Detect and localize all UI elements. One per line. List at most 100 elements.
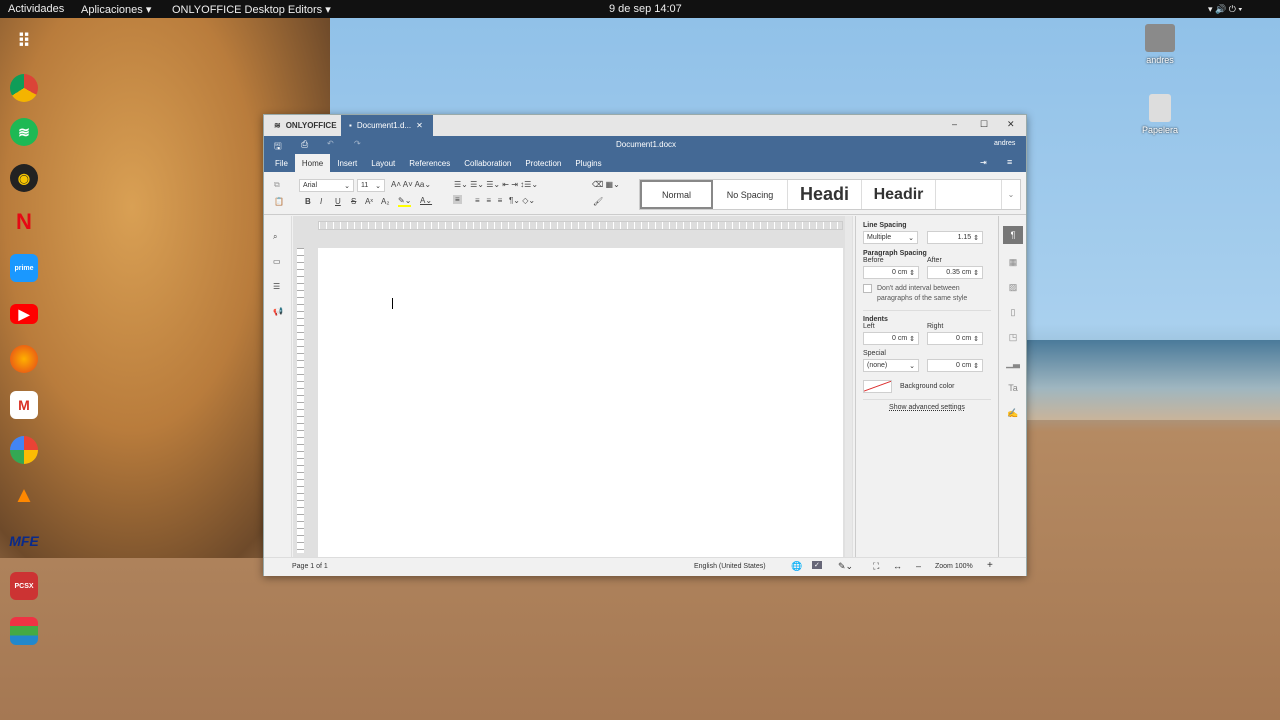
navigation-icon[interactable]: ☰ (273, 282, 280, 291)
align-left-button[interactable]: ≡ (453, 195, 462, 204)
align-tools[interactable]: ≡ ≡ ≡ ¶⌄ ◇⌄ (475, 196, 535, 205)
spellcheck-icon[interactable]: ✓ (812, 561, 822, 569)
activities-button[interactable]: Actividades (8, 3, 64, 15)
search-icon[interactable]: ⌕ (273, 232, 277, 242)
background-color-picker[interactable] (863, 380, 892, 393)
menu-references[interactable]: References (402, 154, 457, 172)
special-amount-input[interactable]: 0 cm ⇕ (927, 359, 983, 372)
gmail-icon[interactable]: M (10, 391, 38, 419)
applications-menu[interactable]: Aplicaciones ▾ (81, 3, 151, 16)
superscript-button[interactable]: Aˣ (365, 197, 373, 206)
underline-button[interactable]: U (335, 197, 341, 206)
textart-settings-icon[interactable]: Ta (1003, 379, 1023, 397)
comments-icon[interactable]: ▭ (273, 257, 281, 266)
menu-layout[interactable]: Layout (364, 154, 402, 172)
rhythmbox-icon[interactable]: ◉ (10, 164, 38, 192)
document-tab[interactable]: ▪ Document1.d... ✕ (341, 115, 433, 136)
before-value: 0 cm (892, 269, 908, 276)
show-advanced-settings-link[interactable]: Show advanced settings (863, 404, 991, 411)
special-indent-select[interactable]: (none) ⌄ (863, 359, 919, 372)
minimize-button[interactable]: – (952, 119, 957, 129)
font-size-select[interactable]: 11 ⌄ (357, 179, 385, 192)
strikethrough-button[interactable]: S (351, 197, 356, 206)
subscript-button[interactable]: A₂ (381, 197, 389, 206)
menu-collaboration[interactable]: Collaboration (457, 154, 518, 172)
firefox-icon[interactable] (10, 345, 38, 373)
highlight-icon[interactable]: ✎⌄ (398, 196, 412, 207)
menu-home[interactable]: Home (294, 154, 331, 172)
style-heading-2[interactable]: Headir (862, 180, 936, 209)
menu-protection[interactable]: Protection (518, 154, 568, 172)
chrome-icon[interactable] (10, 74, 38, 102)
close-tab-icon[interactable]: ✕ (416, 121, 423, 130)
spotify-icon[interactable]: ≋ (10, 118, 38, 146)
chart-settings-icon[interactable]: ▁▃ (1003, 354, 1023, 372)
paragraph-settings-icon[interactable]: ¶ (1003, 226, 1023, 244)
netflix-icon[interactable]: N (10, 208, 38, 236)
show-apps-icon[interactable]: ⠿ (10, 27, 38, 55)
close-button[interactable]: ✕ (1007, 119, 1015, 130)
before-label: Before (863, 257, 884, 264)
system-tray[interactable]: ▾ 🔊 ⏻ ▾ (1208, 4, 1242, 15)
zoom-out-button[interactable]: – (916, 561, 921, 571)
bold-button[interactable]: B (305, 197, 311, 206)
onlyoffice-home-tab[interactable]: ≋ ONLYOFFICE (266, 115, 345, 136)
language-select[interactable]: English (United States) (694, 563, 766, 570)
horizontal-ruler[interactable] (318, 221, 843, 230)
clock[interactable]: 9 de sep 14:07 (609, 3, 682, 15)
fit-page-icon[interactable]: ⛶ (873, 561, 879, 572)
image-settings-icon[interactable]: ▨ (1003, 278, 1023, 296)
vertical-scrollbar[interactable] (845, 216, 852, 557)
styles-expand-icon[interactable]: ⌄ (1002, 180, 1020, 209)
app-menu[interactable]: ONLYOFFICE Desktop Editors ▾ (172, 3, 331, 16)
font-name-select[interactable]: Arial ⌄ (299, 179, 354, 192)
style-no-spacing[interactable]: No Spacing (713, 180, 788, 209)
track-changes-icon[interactable]: ✎⌄ (838, 561, 853, 572)
zoom-in-button[interactable]: + (987, 560, 993, 571)
style-heading-1[interactable]: Headi (788, 180, 862, 209)
menu-file[interactable]: File (268, 154, 295, 172)
line-spacing-type-select[interactable]: Multiple ⌄ (863, 231, 918, 244)
pcsx-icon[interactable]: PCSX (10, 572, 38, 600)
desktop-trash[interactable]: Papelera (1130, 94, 1190, 135)
copy-icon[interactable]: ⧉ (274, 180, 280, 190)
prime-video-icon[interactable]: prime (10, 254, 38, 282)
vertical-ruler[interactable] (297, 248, 304, 553)
italic-button[interactable]: I (320, 197, 322, 206)
menu-plugins[interactable]: Plugins (568, 154, 608, 172)
mfe-icon[interactable]: MFE (9, 527, 39, 555)
paste-icon[interactable]: 📋 (274, 197, 284, 206)
desktop-home-folder[interactable]: andres (1130, 24, 1190, 65)
shape-settings-icon[interactable]: ◳ (1003, 328, 1023, 346)
maximize-button[interactable]: ☐ (980, 119, 988, 130)
language-icon[interactable]: 🌐 (791, 561, 802, 572)
feedback-icon[interactable]: 📢 (273, 307, 283, 316)
onlyoffice-dock-icon[interactable] (10, 617, 38, 645)
font-size-tools[interactable]: A˄ A˅ Aa⌄ (391, 180, 431, 189)
vlc-icon[interactable]: ▲ (10, 481, 38, 509)
open-location-icon[interactable]: ⇥ (980, 158, 987, 167)
table-settings-icon[interactable]: ▦ (1003, 253, 1023, 271)
clear-style-icon[interactable]: ⌫ ▦⌄ (592, 180, 620, 189)
special-value: (none) (867, 362, 888, 369)
right-indent-input[interactable]: 0 cm ⇕ (927, 332, 983, 345)
hamburger-menu-icon[interactable]: ≡ (1007, 157, 1012, 167)
font-color-icon[interactable]: A⌄ (420, 196, 432, 205)
photos-icon[interactable] (10, 436, 38, 464)
signature-settings-icon[interactable]: ✍ (1003, 404, 1023, 422)
copy-style-icon[interactable]: 🖌 (593, 197, 603, 206)
menu-insert[interactable]: Insert (330, 154, 364, 172)
document-page[interactable] (318, 248, 843, 557)
line-spacing-value-input[interactable]: 1.15 ⇕ (927, 231, 983, 244)
youtube-icon[interactable]: ▶ (10, 304, 38, 324)
spacing-before-input[interactable]: 0 cm ⇕ (863, 266, 919, 279)
header-footer-icon[interactable]: ▯ (1003, 303, 1023, 321)
right-indent-label: Right (927, 323, 944, 330)
no-interval-checkbox[interactable] (863, 284, 872, 293)
style-normal[interactable]: Normal (640, 180, 713, 209)
left-indent-input[interactable]: 0 cm ⇕ (863, 332, 919, 345)
list-tools[interactable]: ☰⌄ ☰⌄ ☰⌄ ⇤ ⇥ ↕☰⌄ (454, 180, 538, 189)
spacing-after-input[interactable]: 0.35 cm ⇕ (927, 266, 983, 279)
fit-width-icon[interactable]: ↔ (893, 561, 902, 571)
tab-bar: ≋ ONLYOFFICE ▪ Document1.d... ✕ – ☐ ✕ (264, 115, 1026, 136)
